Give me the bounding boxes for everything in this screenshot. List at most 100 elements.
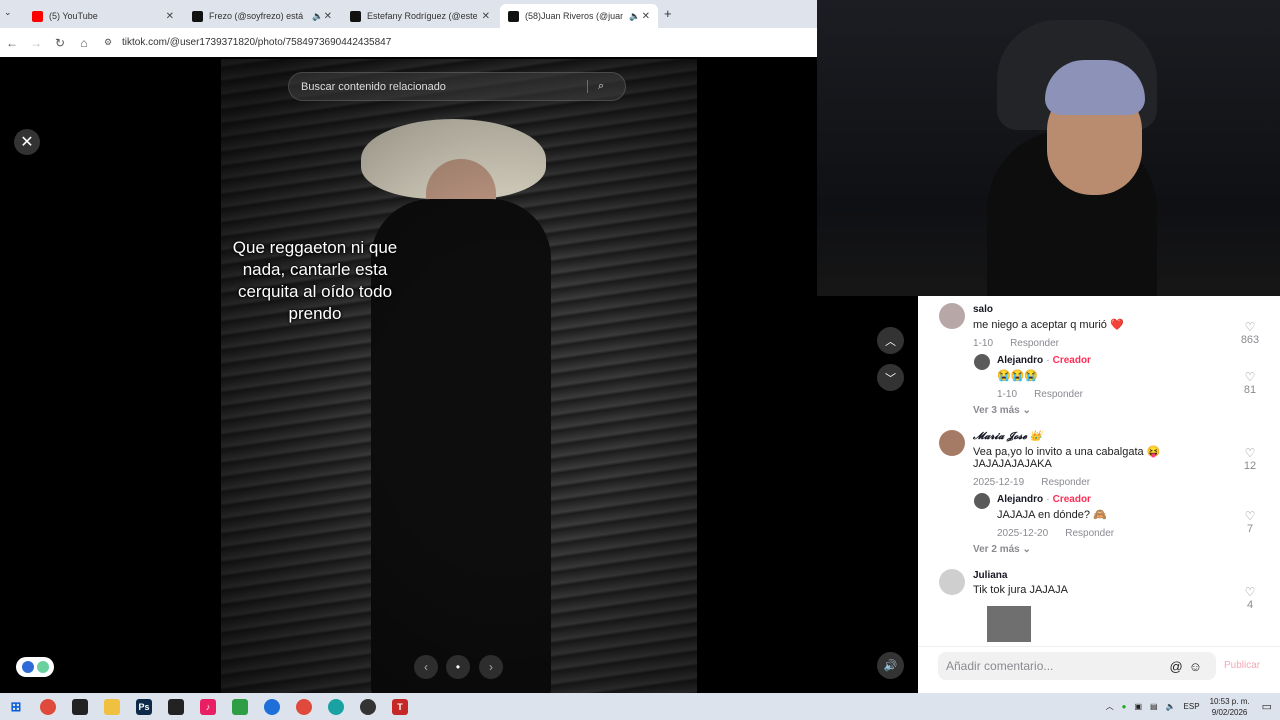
windows-start-icon[interactable]: ⊞	[8, 699, 24, 715]
like-button[interactable]: ♡ 12	[1238, 446, 1262, 472]
youtube-icon	[32, 10, 43, 22]
comment-item: salo me niego a aceptar q murió ❤️ 1-10 …	[973, 304, 1124, 349]
view-more-replies[interactable]: Ver 3 más ⌄	[973, 405, 1031, 416]
photo-caption: Que reggaeton ni que nada, cantarle esta…	[232, 238, 398, 323]
app-icon[interactable]	[264, 698, 280, 715]
avatar[interactable]	[939, 430, 965, 456]
next-photo-button[interactable]: ›	[479, 655, 503, 679]
close-button[interactable]: ✕	[14, 129, 40, 155]
like-button[interactable]: ♡ 4	[1238, 585, 1262, 611]
avatar[interactable]	[939, 303, 965, 329]
photoshop-icon[interactable]: Ps	[136, 698, 152, 715]
notification-icon[interactable]: ▭	[1262, 700, 1272, 713]
avatar[interactable]	[974, 354, 990, 370]
back-icon[interactable]: ←	[0, 36, 24, 50]
like-button[interactable]: ♡ 863	[1238, 320, 1262, 346]
tray-icon[interactable]: ▣	[1134, 702, 1142, 711]
search-icon[interactable]: ⌕	[587, 80, 613, 93]
tab-title: Frezo (@soyfrezo) está emi	[209, 11, 306, 21]
like-button[interactable]: ♡ 7	[1238, 509, 1262, 535]
comment-username[interactable]: Alejandro	[997, 355, 1043, 366]
chrome-icon[interactable]	[296, 698, 312, 715]
like-count: 7	[1246, 523, 1254, 535]
speaker-icon[interactable]: 🔈	[1166, 702, 1176, 711]
extension-icon	[36, 661, 49, 673]
next-post-button[interactable]: ﹀	[877, 364, 904, 391]
tab-juan-riveros[interactable]: (58)Juan Riveros (@juan_ri 🔈 ✕	[500, 4, 658, 28]
like-button[interactable]: ♡ 81	[1238, 370, 1262, 396]
comment-date: 2025-12-20	[997, 528, 1049, 539]
reply-button[interactable]: Responder	[1034, 389, 1083, 400]
site-info-icon[interactable]: ⚙	[96, 37, 120, 48]
mention-emoji-icons[interactable]: @☺	[1170, 659, 1208, 674]
search-placeholder: Buscar contenido relacionado	[301, 80, 446, 93]
avatar[interactable]	[974, 493, 990, 509]
comment-username[interactable]: 𝓜𝓪𝓻𝓲𝓪 𝓙𝓸𝓼𝓮 👑	[973, 431, 1160, 442]
tab-search-icon[interactable]: ⌄	[4, 7, 20, 21]
comment-username[interactable]: salo	[973, 304, 1124, 315]
new-tab-button[interactable]: +	[664, 6, 672, 21]
app-icon[interactable]	[232, 698, 248, 715]
heart-icon: ♡	[1244, 509, 1256, 523]
tab-youtube[interactable]: (5) YouTube ✕	[24, 4, 182, 28]
speaker-icon[interactable]: 🔈	[312, 11, 323, 22]
speaker-icon[interactable]: 🔈	[629, 11, 640, 22]
chrome-icon[interactable]	[40, 698, 56, 715]
system-tray: ︿ ● ▣ ▤ 🔈 ESP 10:53 p. m. 9/02/2026 ▭	[1106, 693, 1280, 720]
tiktok-icon	[192, 10, 203, 22]
close-icon[interactable]: ✕	[482, 11, 490, 22]
close-icon[interactable]: ✕	[166, 11, 174, 22]
tab-title: (58)Juan Riveros (@juan_ri	[525, 11, 623, 21]
capcut-icon[interactable]	[168, 698, 184, 715]
like-count: 12	[1243, 460, 1257, 472]
comment-text: 😭😭😭	[997, 370, 1039, 382]
comment-input-row: Añadir comentario... @☺ Publicar	[918, 646, 1280, 693]
comment-item: Juliana Tik tok jura JAJAJA	[973, 570, 1068, 596]
publish-button[interactable]: Publicar	[1224, 660, 1260, 671]
streamer-hair-image	[1045, 60, 1145, 115]
view-more-label: Ver 3 más	[973, 405, 1020, 416]
edge-icon[interactable]	[328, 698, 344, 715]
close-icon[interactable]: ✕	[324, 11, 332, 22]
app-icon[interactable]	[360, 698, 376, 715]
comment-username[interactable]: Alejandro	[997, 494, 1043, 505]
comment-date: 2025-12-19	[973, 477, 1025, 488]
volume-button[interactable]: 🔊	[877, 652, 904, 679]
language-indicator[interactable]: ESP	[1184, 702, 1200, 711]
url-field[interactable]: tiktok.com/@user1739371820/photo/7584973…	[122, 37, 391, 48]
tray-icon[interactable]: ●	[1122, 702, 1127, 711]
reply-button[interactable]: Responder	[1010, 338, 1059, 349]
reply-button[interactable]: Responder	[1041, 477, 1090, 488]
post-photo[interactable]	[221, 59, 697, 699]
forward-icon[interactable]: →	[24, 36, 48, 50]
capcut-icon[interactable]	[72, 698, 88, 715]
app-icon[interactable]: T	[392, 698, 408, 715]
separator: ·	[1046, 494, 1050, 505]
extension-pill[interactable]	[16, 657, 54, 677]
previous-post-button[interactable]: ︿	[877, 327, 904, 354]
photo-shade	[221, 59, 697, 693]
comment-image-thumbnail[interactable]	[987, 606, 1031, 642]
close-icon[interactable]: ✕	[642, 11, 650, 22]
comment-username[interactable]: Juliana	[973, 570, 1068, 581]
avatar[interactable]	[939, 569, 965, 595]
comment-input[interactable]: Añadir comentario... @☺	[938, 652, 1216, 680]
tiktok-icon	[350, 10, 361, 22]
reload-icon[interactable]: ↻	[48, 36, 72, 50]
folder-icon[interactable]	[104, 698, 120, 715]
tiktok-icon[interactable]: ♪	[200, 698, 216, 715]
view-more-replies[interactable]: Ver 2 más ⌄	[973, 544, 1031, 555]
comment-text-continued: JAJAJAJAJAKA	[973, 458, 1052, 470]
photo-viewer: ✕ ︿ ﹀ 🔊 ‹ • ›	[0, 57, 918, 699]
photo-dot-indicator[interactable]: •	[446, 655, 470, 679]
home-icon[interactable]: ⌂	[72, 36, 96, 50]
network-icon[interactable]: ▤	[1150, 702, 1158, 711]
reply-button[interactable]: Responder	[1065, 528, 1114, 539]
tab-estefany[interactable]: Estefany Rodríguez (@estefany ✕	[342, 4, 498, 28]
prev-photo-button[interactable]: ‹	[414, 655, 438, 679]
clock[interactable]: 10:53 p. m. 9/02/2026	[1210, 696, 1250, 718]
like-count: 81	[1243, 384, 1257, 396]
chevron-up-icon[interactable]: ︿	[1106, 701, 1114, 712]
tab-frezo[interactable]: Frezo (@soyfrezo) está emi 🔈 ✕	[184, 4, 340, 28]
related-search-input[interactable]: Buscar contenido relacionado ⌕	[288, 72, 626, 101]
